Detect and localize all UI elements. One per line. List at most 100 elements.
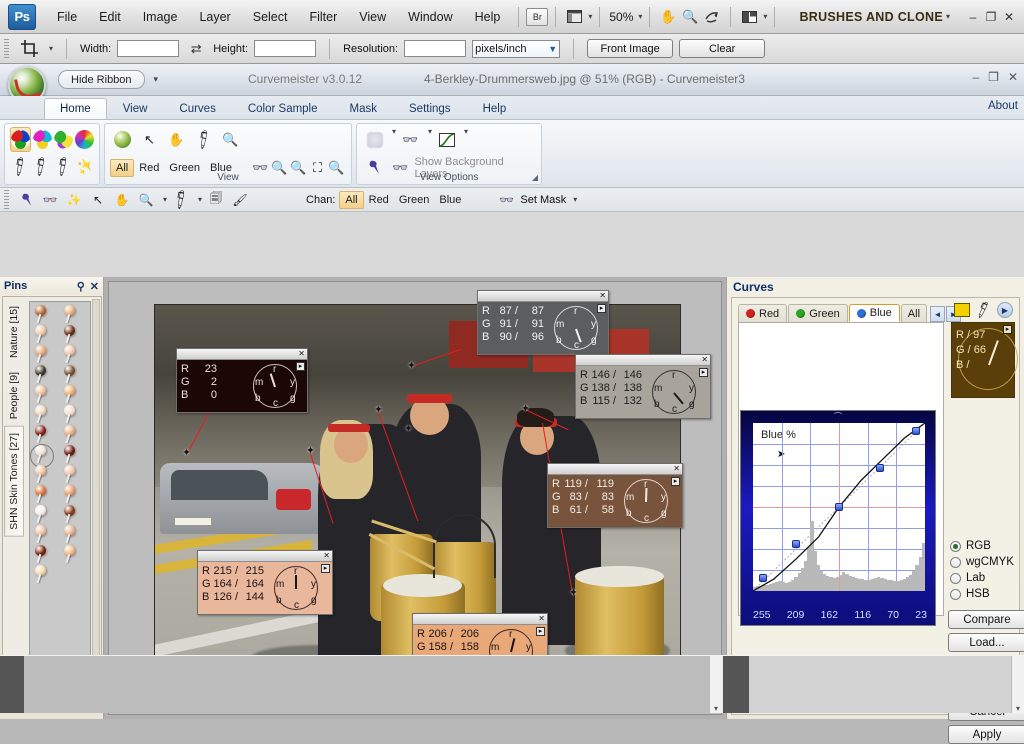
tab-settings[interactable]: Settings [393,98,467,119]
curve-control-point[interactable] [792,539,800,548]
cm-minimize-button[interactable]: – [972,70,979,84]
set-mask-label[interactable]: Set Mask [520,194,566,206]
workspace-label[interactable]: BRUSHES AND CLONE [799,10,943,24]
pin-readout-box[interactable]: ✕ R 146 / 146 G 138 / 138 B 115 / 132 m r y b c g ▸ [575,354,711,419]
zoom-icon[interactable]: 🔍 [218,127,243,152]
swap-width-height-icon[interactable]: ⇄ [185,38,207,60]
clone-icon[interactable]: 🖌 [230,190,250,210]
glasses-caret-icon[interactable]: ▾ [428,127,432,152]
apply-button[interactable]: Apply [948,725,1024,744]
cm-restore-button[interactable]: ❐ [988,70,999,84]
pin-popup-icon[interactable]: ▸ [671,477,680,486]
pin-readout-box[interactable]: ✕ R 119 / 119 G 83 / 83 B 61 / 58 m r y b c g ▸ [547,463,683,528]
curve-tab-green[interactable]: Green [788,304,848,322]
magic-wand-icon[interactable]: ✨ [72,154,95,179]
curve-icon[interactable] [434,127,459,152]
pin-chip[interactable] [61,305,79,324]
pin-chip[interactable] [61,485,79,504]
close-icon[interactable]: ✕ [673,465,680,473]
compare-button[interactable]: Compare [948,610,1024,629]
tab-color-sample[interactable]: Color Sample [232,98,334,119]
close-icon[interactable]: ✕ [298,350,305,358]
window-close-button[interactable]: ✕ [1000,8,1018,26]
pushpin-icon[interactable]: ⚲ [77,280,85,293]
pin-chip[interactable] [61,465,79,484]
pin-popup-icon[interactable]: ▸ [321,564,330,573]
pins-tab-nature[interactable]: Nature [15] [4,299,24,365]
pin-chip[interactable] [32,565,50,584]
bridge-icon[interactable]: Br [526,7,549,26]
arrow-select-icon[interactable]: ↖ [137,127,162,152]
rotate-view-icon[interactable] [701,6,723,28]
close-icon[interactable]: ✕ [538,615,545,623]
pin-box-titlebar[interactable]: ✕ [478,291,608,302]
pin-chip[interactable] [61,505,79,524]
color-mode-lab[interactable]: Lab [950,570,1024,586]
color-blob-spectrum-icon[interactable] [75,127,94,152]
curve-tab-red[interactable]: Red [738,304,788,322]
pin-chip[interactable] [32,305,50,324]
resolution-input[interactable] [404,40,467,57]
pin-chip[interactable] [61,525,79,544]
height-input[interactable] [254,40,317,57]
sample-marker-7[interactable] [403,424,414,435]
resolution-units-select[interactable]: pixels/inch ▼ [472,39,561,58]
arrange-caret-icon[interactable]: ▾ [763,12,767,21]
pin-chip[interactable] [61,445,79,464]
zoom-caret-icon[interactable]: ▾ [163,195,167,204]
color-readout-dial[interactable]: R / 97 G / 66 B / ▸ [951,322,1018,398]
pin-chip[interactable] [61,405,79,424]
toolbar2-channel-red[interactable]: Red [364,192,394,208]
screen-mode-icon[interactable] [563,6,585,28]
crop-tool-icon[interactable] [18,38,40,60]
pins-tab-skin-tones[interactable]: SHN Skin Tones [27] [4,426,24,537]
pin-box-titlebar[interactable]: ✕ [548,464,682,475]
color-mode-hsb[interactable]: HSB [950,586,1024,602]
pin-chip[interactable] [32,465,50,484]
close-icon[interactable]: ✕ [323,552,330,560]
tab-curves[interactable]: Curves [163,98,231,119]
eyedropper-3-icon[interactable]: 🖊 [51,154,75,179]
pin-box-titlebar[interactable]: ✕ [177,349,307,360]
quick-access-caret-icon[interactable]: ▾ [154,74,159,85]
menu-edit[interactable]: Edit [88,6,132,28]
pin-chip[interactable] [61,545,79,564]
color-mode-rgb[interactable]: RGB [950,538,1024,554]
zoom-icon[interactable]: 🔍 [679,6,701,28]
toolbar2-channel-blue[interactable]: Blue [434,192,466,208]
tab-home[interactable]: Home [44,98,107,119]
sample-marker-3[interactable] [520,404,531,415]
bottom-right-scrollbar[interactable]: ▾ [1011,656,1024,713]
play-icon[interactable]: ▶ [997,302,1013,318]
close-icon[interactable]: ✕ [90,280,99,293]
pin-box-titlebar[interactable]: ✕ [413,614,547,625]
wand-icon[interactable]: 🖊 [973,300,994,321]
pin-chip[interactable] [61,385,79,404]
view-options-dialog-launcher[interactable]: ◢ [532,173,538,182]
close-icon[interactable]: ✕ [599,292,606,300]
pin-chip[interactable] [32,505,50,524]
bottom-left-scrollbar[interactable]: ▾ [709,656,722,713]
hand-icon[interactable]: ✋ [164,127,189,152]
hand-icon[interactable]: ✋ [112,190,132,210]
pin-chip[interactable] [32,345,50,364]
tab-help[interactable]: Help [467,98,523,119]
menu-filter[interactable]: Filter [298,6,348,28]
zoom-icon[interactable]: 🔍 [136,190,156,210]
toolbar2-channel-all[interactable]: All [339,190,364,209]
load-button[interactable]: Load... [948,633,1024,652]
menu-image[interactable]: Image [132,6,189,28]
clear-button[interactable]: Clear [679,39,766,58]
pin-chip[interactable] [61,425,79,444]
zoom-level-caret-icon[interactable]: ▾ [638,12,642,21]
menu-help[interactable]: Help [464,6,512,28]
curve-tab-all[interactable]: All [900,304,928,322]
menu-window[interactable]: Window [397,6,463,28]
eyedropper-2-icon[interactable]: 🖊 [29,154,53,179]
color-blob-cmy-icon[interactable] [33,127,52,152]
magic-wand-icon[interactable]: ✨ [64,190,84,210]
eyedropper-icon[interactable]: 🖊 [191,127,216,152]
color-mode-wgcmyk[interactable]: wgCMYK [950,554,1024,570]
curve-plot-area[interactable]: Blue % ➤ [753,423,925,591]
menu-view[interactable]: View [348,6,397,28]
